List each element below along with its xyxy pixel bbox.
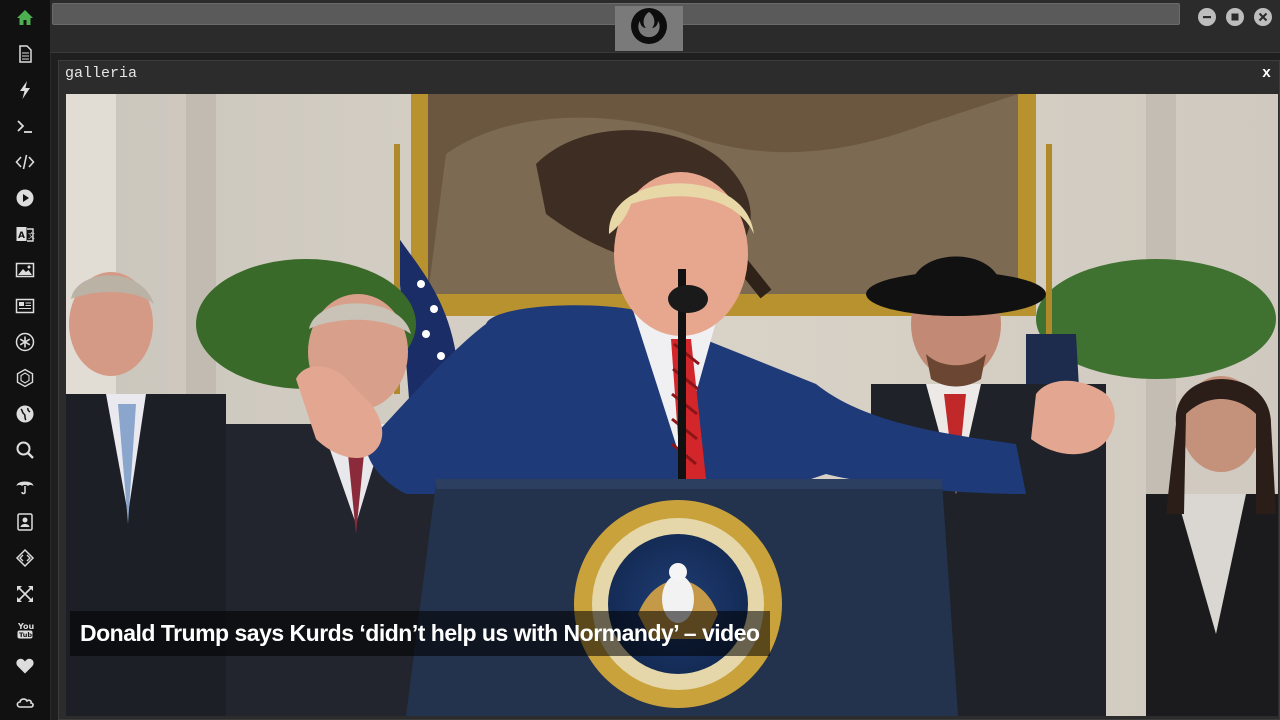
translate-icon[interactable]: A文 <box>10 219 40 249</box>
minimize-icon <box>1203 16 1211 19</box>
diamond-code-icon[interactable] <box>10 543 40 573</box>
gallery-panel: galleria x Donald Trump says Kurds ‘didn… <box>58 60 1280 720</box>
gallery-photo[interactable]: Donald Trump says Kurds ‘didn’t help us … <box>66 94 1278 716</box>
contact-icon[interactable] <box>10 507 40 537</box>
umbrella-icon[interactable] <box>10 471 40 501</box>
svg-text:Tube: Tube <box>19 631 35 639</box>
photo-caption: Donald Trump says Kurds ‘didn’t help us … <box>70 611 770 656</box>
document-icon[interactable] <box>10 39 40 69</box>
search-icon[interactable] <box>10 435 40 465</box>
sidebar: A文 You Tube <box>0 0 51 720</box>
cloud-icon[interactable] <box>10 687 40 717</box>
rebel-alliance-logo <box>615 6 683 51</box>
news-icon[interactable] <box>10 291 40 321</box>
hexagon-icon[interactable] <box>10 363 40 393</box>
svg-text:A: A <box>18 231 25 241</box>
expand-icon[interactable] <box>10 579 40 609</box>
heart-icon[interactable] <box>10 651 40 681</box>
terminal-icon[interactable] <box>10 111 40 141</box>
maximize-icon <box>1231 13 1239 21</box>
home-icon[interactable] <box>10 3 40 33</box>
svg-text:文: 文 <box>28 231 35 240</box>
close-window-button[interactable] <box>1254 8 1272 26</box>
play-icon[interactable] <box>10 183 40 213</box>
svg-text:You: You <box>17 622 35 631</box>
title-bar <box>50 0 1280 53</box>
asterisk-icon[interactable] <box>10 327 40 357</box>
lightning-icon[interactable] <box>10 75 40 105</box>
globe-icon[interactable] <box>10 399 40 429</box>
maximize-button[interactable] <box>1226 8 1244 26</box>
minimize-button[interactable] <box>1198 8 1216 26</box>
youtube-icon[interactable]: You Tube <box>10 615 40 645</box>
image-icon[interactable] <box>10 255 40 285</box>
panel-close-button[interactable]: x <box>1262 65 1271 82</box>
close-icon <box>1258 12 1268 22</box>
panel-title: galleria <box>65 65 138 82</box>
code-icon[interactable] <box>10 147 40 177</box>
